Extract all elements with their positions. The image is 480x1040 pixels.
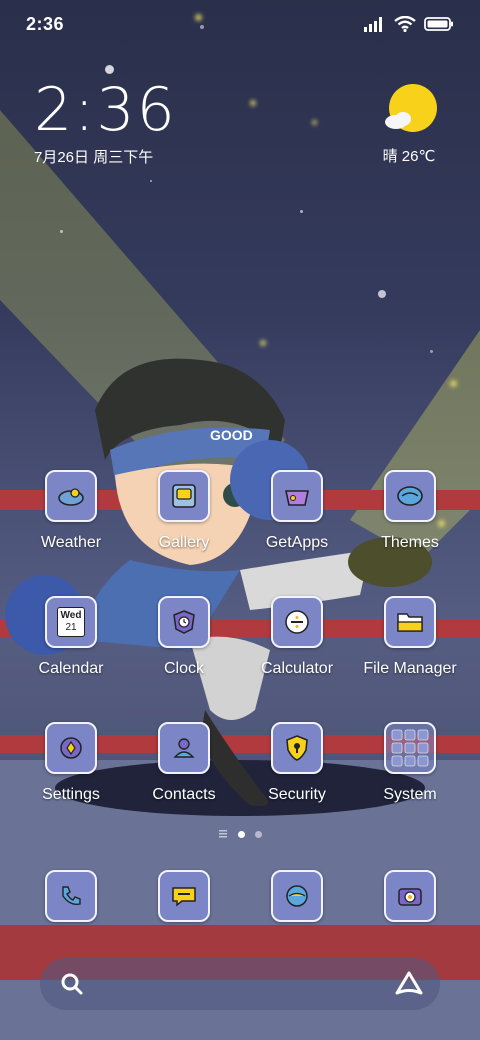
shopping-bag-icon [271, 470, 323, 522]
status-bar: 2:36 [0, 0, 480, 50]
calculator-icon [271, 596, 323, 648]
dock-browser[interactable] [241, 870, 353, 922]
folder-grid-icon [384, 722, 436, 774]
app-label: Weather [40, 534, 102, 551]
gear-icon [45, 722, 97, 774]
contacts-icon [158, 722, 210, 774]
messages-icon [158, 870, 210, 922]
app-getapps[interactable]: GetApps [241, 470, 353, 552]
status-time: 2:36 [26, 14, 65, 34]
menu-lines-icon [219, 830, 227, 838]
dock-camera[interactable] [354, 870, 466, 922]
app-themes[interactable]: Themes [354, 470, 466, 552]
signal-icon [364, 17, 382, 32]
page-indicator[interactable] [0, 830, 480, 838]
shield-icon [271, 722, 323, 774]
app-label: Calculator [260, 660, 334, 677]
app-label: Settings [42, 786, 100, 803]
clock-widget[interactable]: 2:36 7月26日 周三下午 [34, 78, 177, 167]
app-settings[interactable]: Settings [15, 722, 127, 804]
app-gallery[interactable]: Gallery [128, 470, 240, 552]
app-label: Gallery [158, 534, 210, 551]
calendar-icon-day: Wed [60, 610, 82, 621]
app-file-manager[interactable]: File Manager [354, 596, 466, 678]
app-label: Calendar [38, 660, 104, 677]
calendar-icon-date: 21 [65, 622, 77, 633]
app-system-folder[interactable]: System [354, 722, 466, 804]
app-calculator[interactable]: Calculator [241, 596, 353, 678]
battery-icon [424, 17, 453, 31]
app-label: GetApps [265, 534, 329, 551]
assistant-icon[interactable] [394, 970, 424, 998]
app-clock[interactable]: Clock [128, 596, 240, 678]
gallery-icon [158, 470, 210, 522]
camera-icon [384, 870, 436, 922]
weather-widget[interactable]: 晴 26℃ [374, 84, 444, 166]
app-security[interactable]: Security [241, 722, 353, 804]
sunny-icon [385, 84, 437, 132]
folder-icon [384, 596, 436, 648]
dock-messages[interactable] [128, 870, 240, 922]
app-calendar[interactable]: Wed 21 Calendar [15, 596, 127, 678]
weather-app-icon [45, 470, 97, 522]
app-label: File Manager [363, 660, 457, 677]
weather-temp: 晴 26℃ [382, 148, 436, 165]
app-label: Contacts [152, 786, 216, 803]
svg-text:GOOD: GOOD [210, 427, 253, 443]
themes-icon [384, 470, 436, 522]
browser-icon [271, 870, 323, 922]
app-weather[interactable]: Weather [15, 470, 127, 552]
app-label: Clock [163, 660, 204, 677]
page-dot[interactable] [255, 830, 262, 838]
wifi-icon [394, 16, 416, 32]
clock-date: 7月26日 周三下午 [34, 149, 154, 166]
clock-time: 2:36 [34, 75, 177, 145]
calendar-icon: Wed 21 [45, 596, 97, 648]
search-icon[interactable] [59, 971, 85, 997]
search-bar[interactable] [40, 958, 440, 1010]
page-dot-active[interactable] [238, 830, 245, 838]
app-label: System [383, 786, 437, 803]
clock-icon [158, 596, 210, 648]
app-label: Themes [381, 534, 439, 551]
app-label: Security [268, 786, 326, 803]
phone-icon [45, 870, 97, 922]
app-contacts[interactable]: Contacts [128, 722, 240, 804]
dock-phone[interactable] [15, 870, 127, 922]
